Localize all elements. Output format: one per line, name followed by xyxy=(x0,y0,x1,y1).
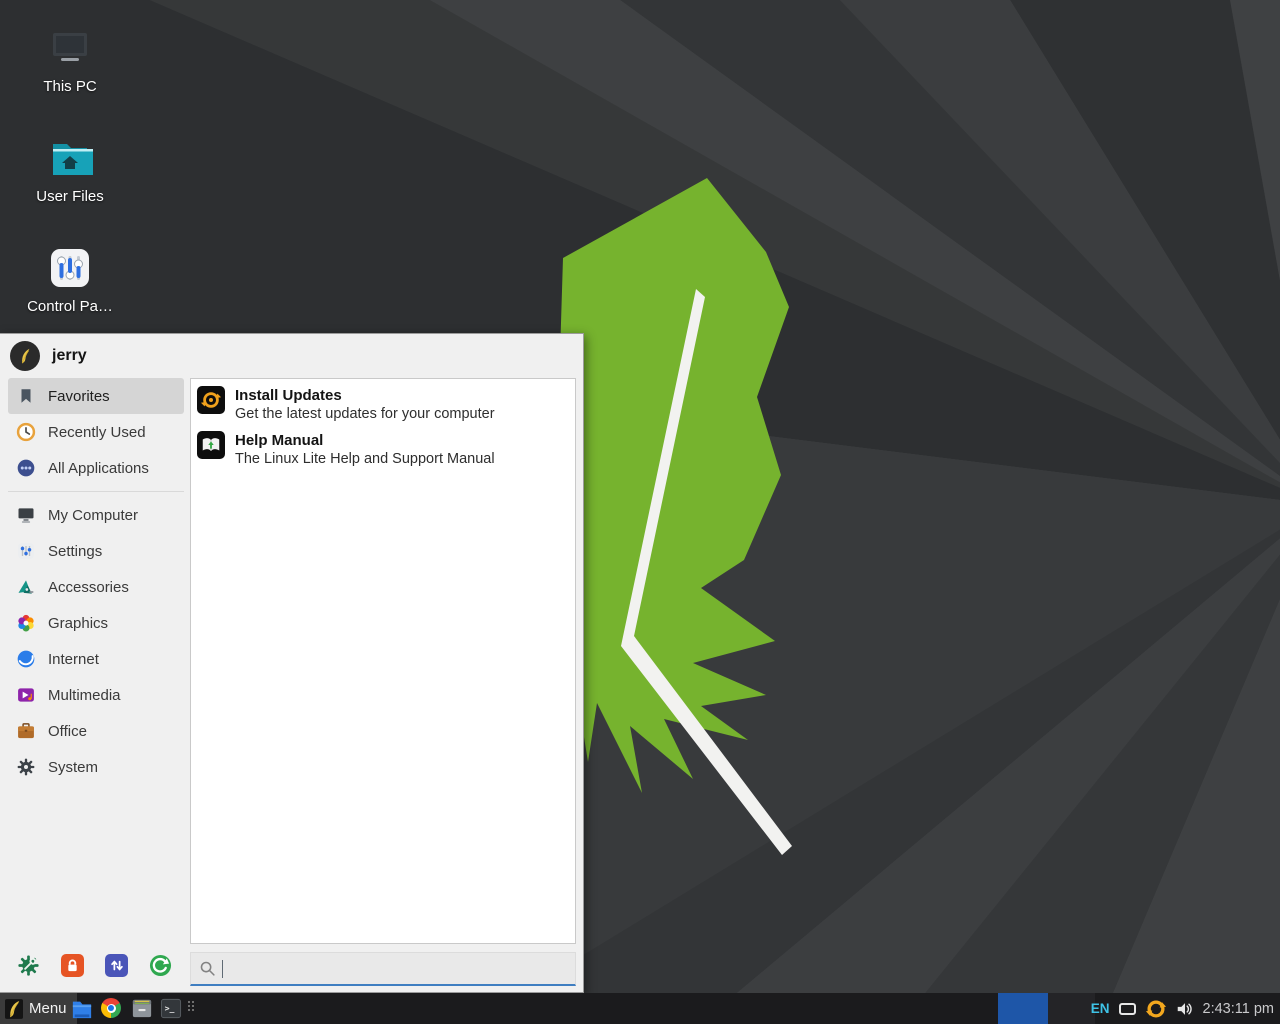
keyboard-layout-indicator[interactable]: EN xyxy=(1091,1001,1110,1016)
menu-button-label: Menu xyxy=(29,1000,67,1017)
lock-screen-button[interactable] xyxy=(61,954,84,977)
briefcase-icon xyxy=(15,720,37,742)
terminal-launcher[interactable]: >_ xyxy=(160,998,181,1019)
taskbar-menu-button[interactable]: Menu xyxy=(0,993,77,1024)
search-input[interactable] xyxy=(223,961,567,977)
archive-manager-icon xyxy=(131,998,153,1019)
desktop-icon-this-pc[interactable]: This PC xyxy=(12,24,128,95)
lock-screen-icon xyxy=(61,954,84,977)
menu-results-pane: Install Updates Get the latest updates f… xyxy=(190,378,576,944)
menu-item-subtitle: Get the latest updates for your computer xyxy=(235,405,495,424)
sidebar-item-recently-used[interactable]: Recently Used xyxy=(8,414,184,450)
sidebar-item-label: Multimedia xyxy=(48,687,121,704)
bookmark-icon xyxy=(15,385,37,407)
sidebar-item-graphics[interactable]: Graphics xyxy=(8,605,184,641)
user-avatar[interactable] xyxy=(10,341,40,371)
menu-item-help-manual[interactable]: Help Manual The Linux Lite Help and Supp… xyxy=(197,431,569,469)
help-manual-icon xyxy=(197,431,225,459)
sidebar-item-label: Graphics xyxy=(48,615,108,632)
archive-manager-launcher[interactable] xyxy=(131,998,152,1019)
this-pc-icon xyxy=(46,24,94,72)
clock-icon xyxy=(15,421,37,443)
gear-icon xyxy=(15,756,37,778)
sidebar-item-label: Recently Used xyxy=(48,424,146,441)
workspace-2[interactable] xyxy=(1048,993,1095,1024)
sidebar-item-label: Favorites xyxy=(48,388,110,405)
update-notifier-icon[interactable] xyxy=(1145,998,1167,1020)
media-play-icon xyxy=(15,684,37,706)
svg-text:>_: >_ xyxy=(165,1003,175,1013)
taskbar: Menu >_ EN xyxy=(0,993,1280,1024)
desktop-icon-label: This PC xyxy=(12,78,128,95)
menu-item-install-updates[interactable]: Install Updates Get the latest updates f… xyxy=(197,386,569,424)
sidebar-item-label: System xyxy=(48,759,98,776)
sidebar-item-my-computer[interactable]: My Computer xyxy=(8,497,184,533)
control-panel-icon xyxy=(46,244,94,292)
switch-user-icon xyxy=(105,954,128,977)
menu-action-bar xyxy=(17,954,172,977)
sidebar-item-all-applications[interactable]: All Applications xyxy=(8,450,184,486)
user-files-folder-icon xyxy=(46,134,94,182)
all-apps-dots-icon xyxy=(15,457,37,479)
taskbar-clock: 2:43:11 pm xyxy=(1203,1001,1274,1017)
system-tray: EN 2:43:11 pm xyxy=(1091,993,1274,1024)
file-manager-icon xyxy=(71,998,93,1019)
sidebar-item-accessories[interactable]: Accessories xyxy=(8,569,184,605)
workspace-switcher xyxy=(998,993,1095,1024)
desktop-icon-label: Control Pa… xyxy=(12,298,128,315)
desktop-icon-user-files[interactable]: User Files xyxy=(12,134,128,205)
menu-user-name: jerry xyxy=(52,347,87,365)
settings-manager-button[interactable] xyxy=(17,954,40,977)
menu-item-subtitle: The Linux Lite Help and Support Manual xyxy=(235,450,495,469)
terminal-icon: >_ xyxy=(160,998,182,1019)
switch-user-button[interactable] xyxy=(105,954,128,977)
whisker-menu: jerry Favorites Recently Used xyxy=(0,333,584,993)
display-icon[interactable] xyxy=(1119,1003,1136,1015)
sidebar-item-office[interactable]: Office xyxy=(8,713,184,749)
linux-lite-feather-icon xyxy=(5,999,23,1019)
sidebar-item-multimedia[interactable]: Multimedia xyxy=(8,677,184,713)
settings-manager-icon xyxy=(17,954,40,977)
menu-sidebar: Favorites Recently Used All xyxy=(8,378,184,785)
sidebar-item-label: Accessories xyxy=(48,579,129,596)
volume-icon[interactable] xyxy=(1176,1001,1194,1017)
sidebar-item-label: My Computer xyxy=(48,507,138,524)
linux-lite-feather-icon xyxy=(16,347,34,365)
chrome-icon xyxy=(101,998,121,1018)
menu-search-box[interactable] xyxy=(190,952,576,986)
log-out-button[interactable] xyxy=(149,954,172,977)
chrome-launcher[interactable] xyxy=(101,998,122,1019)
sidebar-item-settings[interactable]: Settings xyxy=(8,533,184,569)
sidebar-item-favorites[interactable]: Favorites xyxy=(8,378,184,414)
install-updates-icon xyxy=(197,386,225,414)
sliders-icon xyxy=(15,540,37,562)
sidebar-item-label: Office xyxy=(48,723,87,740)
sidebar-item-internet[interactable]: Internet xyxy=(8,641,184,677)
sidebar-item-label: All Applications xyxy=(48,460,149,477)
accessories-knife-icon xyxy=(15,576,37,598)
sidebar-item-label: Internet xyxy=(48,651,99,668)
file-manager-launcher[interactable] xyxy=(71,998,92,1019)
menu-item-title: Help Manual xyxy=(235,431,495,450)
log-out-icon xyxy=(149,954,172,977)
color-flower-icon xyxy=(15,612,37,634)
desktop-icon-control-panel[interactable]: Control Pa… xyxy=(12,244,128,315)
workspace-1-active[interactable] xyxy=(998,993,1048,1024)
sidebar-item-label: Settings xyxy=(48,543,102,560)
menu-item-title: Install Updates xyxy=(235,386,495,405)
sidebar-item-system[interactable]: System xyxy=(8,749,184,785)
menu-header: jerry xyxy=(0,334,583,378)
panel-handle-icon[interactable] xyxy=(188,1001,196,1017)
computer-icon xyxy=(15,504,37,526)
search-icon xyxy=(199,960,216,977)
sidebar-separator xyxy=(8,491,184,492)
desktop-icon-label: User Files xyxy=(12,188,128,205)
globe-browser-icon xyxy=(15,648,37,670)
